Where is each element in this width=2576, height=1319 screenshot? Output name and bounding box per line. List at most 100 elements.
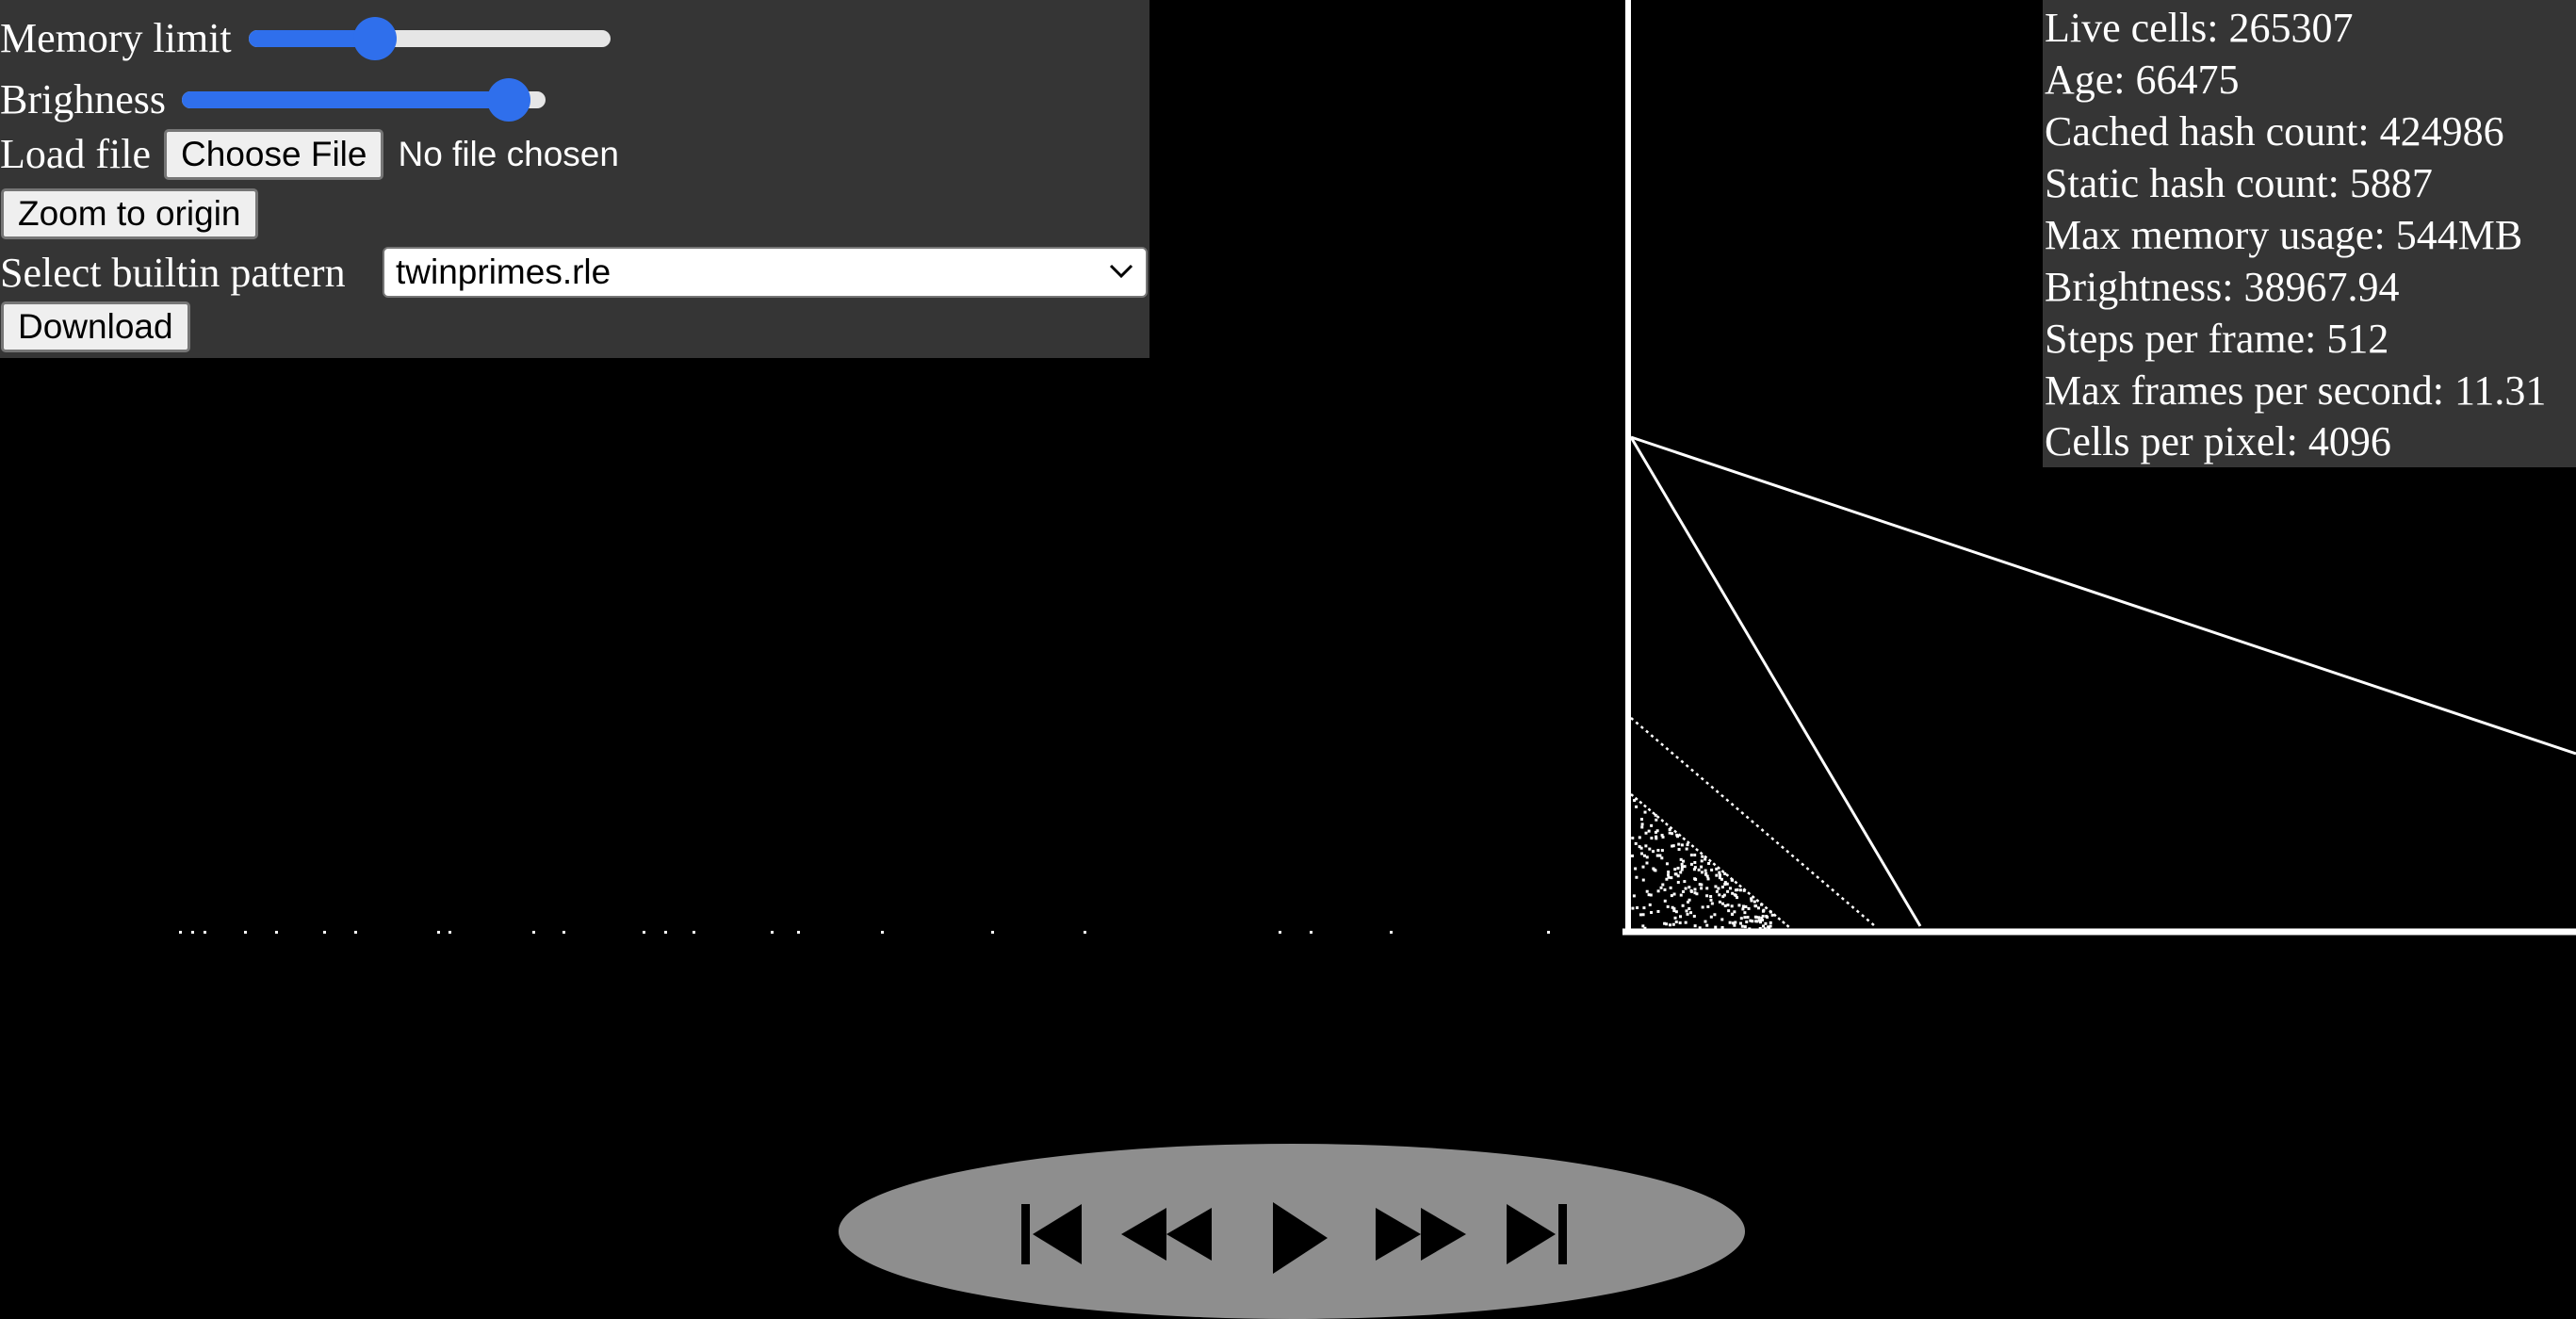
live-cell [1733, 923, 1736, 927]
live-cell [1655, 818, 1658, 822]
live-cell [323, 931, 326, 934]
live-cell [1701, 855, 1704, 858]
static-hash-count-stat: Static hash count: 5887 [2045, 160, 2433, 206]
builtin-pattern-select[interactable]: twinprimes.rle [383, 247, 1148, 298]
live-cell [1661, 836, 1665, 839]
live-cell [1660, 856, 1664, 860]
live-cell [1700, 865, 1704, 869]
live-cell [1666, 904, 1670, 908]
live-cell [1683, 880, 1687, 884]
no-file-chosen-text: No file chosen [398, 135, 619, 173]
max-fps-stat: Max frames per second: 11.31 [2045, 367, 2547, 414]
live-cell [1728, 887, 1732, 890]
live-cell [1717, 887, 1720, 890]
live-cell [1726, 904, 1730, 907]
live-cell [1642, 906, 1646, 910]
live-cell [1743, 925, 1747, 929]
live-cell [881, 931, 884, 934]
live-cell [1647, 893, 1651, 897]
live-cell [1678, 921, 1682, 925]
live-cell [1750, 897, 1753, 901]
live-cell [1644, 831, 1648, 835]
live-cell [1643, 810, 1647, 814]
live-cell [1667, 875, 1671, 879]
zoom-to-origin-button[interactable]: Zoom to origin [1, 188, 258, 239]
live-cell [1659, 886, 1663, 889]
slider-thumb[interactable] [353, 17, 398, 60]
brightness-label: Brighness [0, 76, 166, 122]
slider-thumb[interactable] [487, 78, 531, 122]
skip-to-start-icon[interactable] [1018, 1200, 1085, 1268]
live-cell [1709, 898, 1713, 902]
live-cell [1693, 891, 1697, 895]
live-cell [1673, 916, 1677, 920]
live-cell [1705, 887, 1709, 890]
live-cell [1639, 913, 1642, 917]
cells-per-pixel-stat: Cells per pixel: 4096 [2045, 418, 2391, 464]
live-cell [1680, 865, 1684, 869]
live-cell [1654, 813, 1657, 817]
live-cell [532, 931, 535, 934]
live-cell [1665, 862, 1669, 866]
live-cell [1738, 921, 1742, 925]
live-cell [1638, 836, 1641, 839]
live-cell [1670, 832, 1673, 836]
live-cell [1680, 843, 1684, 847]
live-cell [191, 931, 194, 934]
live-cell [1631, 836, 1635, 839]
live-cell [1720, 925, 1724, 929]
live-cell [1693, 860, 1697, 864]
live-cell [1686, 912, 1689, 916]
live-cell [1757, 906, 1761, 910]
live-cell [1680, 868, 1684, 871]
live-cell [1693, 877, 1697, 881]
live-cell [1758, 920, 1762, 924]
live-cell [1674, 872, 1678, 876]
live-cell [1718, 900, 1721, 904]
download-button[interactable]: Download [1, 301, 190, 352]
live-cell [1739, 917, 1743, 920]
live-cell [1693, 887, 1697, 891]
live-cell [1677, 848, 1681, 852]
live-cell [1730, 904, 1734, 908]
live-cell [1650, 823, 1654, 827]
live-cell [643, 931, 645, 934]
choose-file-button[interactable]: Choose File [164, 129, 384, 180]
live-cell [1679, 915, 1683, 919]
live-cell [1641, 865, 1645, 869]
live-cell [1760, 903, 1764, 906]
memory-limit-slider[interactable] [248, 12, 611, 65]
live-cell [1769, 910, 1772, 914]
live-cell [275, 931, 278, 934]
live-cell [1684, 920, 1687, 924]
live-cell [1718, 871, 1721, 874]
slider-fill [182, 91, 510, 108]
live-cell [664, 931, 667, 934]
live-cell [1743, 916, 1747, 920]
live-cell [1723, 883, 1727, 887]
live-cell [1721, 895, 1725, 899]
live-cell [1746, 916, 1750, 920]
play-icon[interactable] [1269, 1200, 1329, 1276]
live-cell [1753, 900, 1756, 904]
rewind-icon[interactable] [1117, 1200, 1215, 1268]
live-cell [1687, 898, 1691, 902]
live-cell [1675, 835, 1679, 839]
live-cell [1704, 869, 1707, 872]
live-cell [1635, 805, 1639, 808]
fast-forward-icon[interactable] [1372, 1200, 1470, 1268]
live-cell [1656, 909, 1660, 913]
live-cell [1762, 908, 1766, 912]
live-cell [1734, 888, 1737, 892]
live-cell [1684, 887, 1687, 890]
live-cell [1757, 916, 1761, 920]
brightness-slider[interactable] [182, 73, 546, 126]
live-cell [244, 931, 247, 934]
live-cell [1749, 919, 1753, 922]
live-cell [1680, 862, 1684, 866]
live-cell [1723, 871, 1727, 875]
live-cell [1710, 902, 1714, 905]
live-cell [354, 931, 357, 934]
skip-to-end-icon[interactable] [1503, 1200, 1571, 1268]
live-cell [1727, 909, 1731, 913]
